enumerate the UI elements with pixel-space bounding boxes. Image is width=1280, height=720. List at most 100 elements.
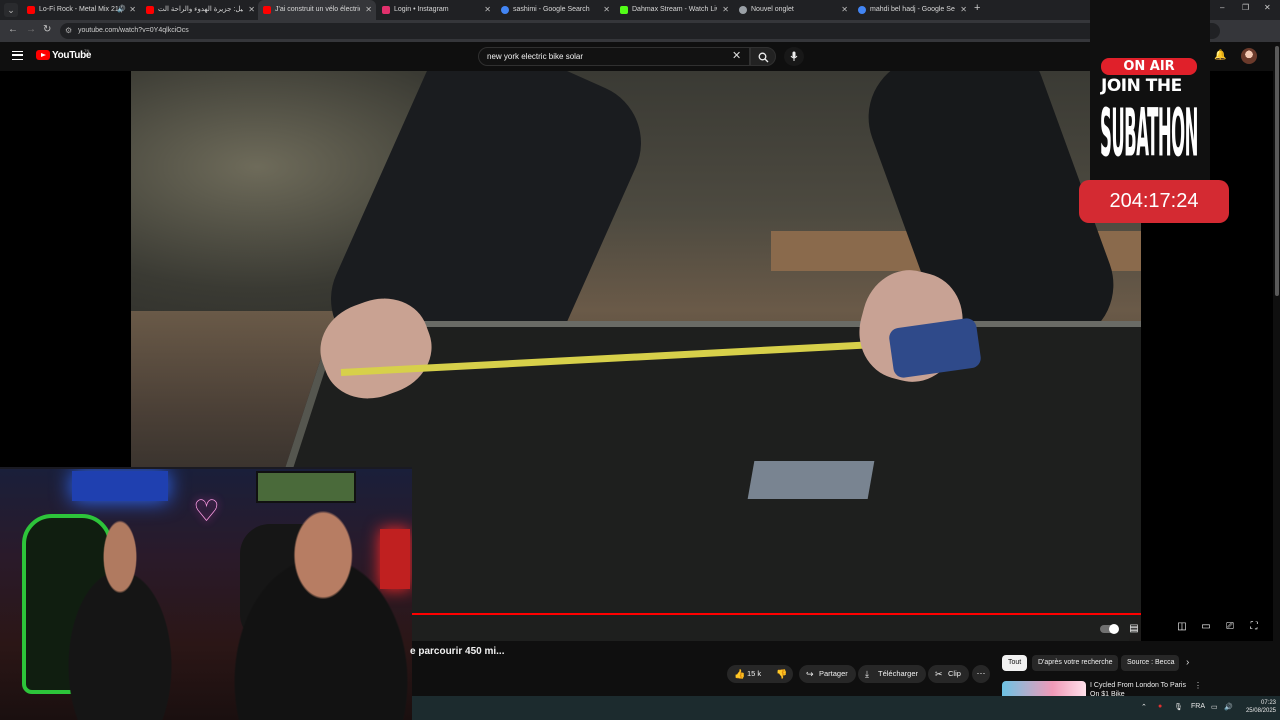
chip-from-your-search[interactable]: D'après votre recherche <box>1032 655 1119 671</box>
language-indicator[interactable]: FRA <box>1191 703 1205 710</box>
url-text: youtube.com/watch?v=0Y4qlkciOcs <box>78 27 189 34</box>
tab-title: السيشيل: جزيرة الهدوء والراحة الت <box>158 6 243 13</box>
share-label: Partager <box>819 669 848 678</box>
autoplay-toggle[interactable] <box>1100 624 1119 634</box>
thumbs-up-icon: 👍 <box>734 669 746 679</box>
chevron-right-icon[interactable]: › <box>1186 657 1189 668</box>
close-tab-icon[interactable]: ✕ <box>365 0 372 20</box>
system-clock[interactable]: 07:23 25/08/2025 <box>1238 699 1276 715</box>
reload-icon[interactable]: ↻ <box>43 24 51 35</box>
tab-seychelles[interactable]: السيشيل: جزيرة الهدوء والراحة الت ✕ <box>141 0 259 20</box>
subtitles-icon[interactable]: ▤ <box>1127 623 1141 635</box>
microphone-icon[interactable]: 🎙 <box>1174 703 1183 711</box>
download-label: Télécharger <box>878 669 919 678</box>
subathon-text: SUBATHON <box>1100 96 1198 173</box>
notifications-bell-icon[interactable]: 🔔 <box>1214 50 1226 61</box>
tab-title: sashimi - Google Search <box>513 6 590 13</box>
google-favicon-icon <box>501 6 509 14</box>
share-button[interactable]: ↪ Partager <box>799 665 856 683</box>
chip-source[interactable]: Source : Becca <box>1121 655 1179 671</box>
google-favicon-icon <box>858 6 866 14</box>
youtube-favicon-icon <box>27 6 35 14</box>
scrollbar-thumb[interactable] <box>1275 46 1279 296</box>
clear-search-icon[interactable]: ✕ <box>732 49 741 62</box>
download-button[interactable]: ⤓ Télécharger <box>858 665 927 683</box>
voice-search-button[interactable] <box>784 47 804 66</box>
youtube-favicon-icon <box>263 6 271 14</box>
video-title: e parcourir 450 mi... <box>410 646 505 657</box>
recommended-video-thumbnail[interactable] <box>1002 681 1086 696</box>
webcam-person-right <box>200 509 412 720</box>
tab-instagram[interactable]: Login • Instagram ✕ <box>377 0 495 20</box>
search-input[interactable]: new york electric bike solar <box>478 47 750 66</box>
clip-button[interactable]: ✂ Clip <box>928 665 969 683</box>
video-frame-panel-label <box>747 461 875 499</box>
tab-title: mahdi bel hadj - Google Search <box>870 6 955 13</box>
cast-icon[interactable]: ⎚ <box>1223 621 1237 633</box>
video-letterbox-left <box>0 71 131 467</box>
recording-icon[interactable]: ● <box>1158 703 1162 710</box>
country-code: TN <box>84 48 90 53</box>
chip-all[interactable]: Tout <box>1002 655 1028 671</box>
account-avatar[interactable] <box>1241 48 1257 64</box>
tab-lofi-rock[interactable]: Lo-Fi Rock - Metal Mix 21 | 🔊 ✕ <box>22 0 140 20</box>
tab-dahmax-stream[interactable]: Dahmax Stream - Watch Live o ✕ <box>615 0 733 20</box>
like-count: 15 k <box>747 669 762 678</box>
search-button[interactable] <box>750 47 776 66</box>
miniplayer-icon[interactable]: ◫ <box>1175 621 1189 633</box>
close-tab-icon[interactable]: ✕ <box>484 0 491 20</box>
join-the-text: JOIN THE <box>1101 76 1182 96</box>
close-tab-icon[interactable]: ✕ <box>960 0 967 20</box>
tab-new-tab[interactable]: Nouvel onglet ✕ <box>734 0 852 20</box>
tab-title: Login • Instagram <box>394 6 449 13</box>
site-info-icon[interactable]: ⚙ <box>65 23 72 39</box>
clock-date: 25/08/2025 <box>1245 708 1276 714</box>
tab-electric-bike-video[interactable]: J'ai construit un vélo électrique ✕ <box>258 0 376 20</box>
webcam-person-left <box>40 519 200 720</box>
instagram-favicon-icon <box>382 6 390 14</box>
subathon-timer: 204:17:24 <box>1079 180 1229 223</box>
like-button[interactable]: 👍 15 k <box>727 665 771 683</box>
browser-toolbar: ← → ↻ ⚙ youtube.com/watch?v=0Y4qlkciOcs <box>0 20 1280 42</box>
streamer-webcam: ♡ <box>0 467 412 720</box>
volume-icon[interactable]: 🔊 <box>1224 703 1233 711</box>
more-actions-button[interactable]: ··· <box>972 665 990 683</box>
close-tab-icon[interactable]: ✕ <box>129 0 136 20</box>
dislike-button[interactable]: 👎 <box>771 665 793 683</box>
close-tab-icon[interactable]: ✕ <box>248 0 255 20</box>
tab-search-button[interactable]: ⌄ <box>4 3 18 17</box>
close-tab-icon[interactable]: ✕ <box>841 0 848 20</box>
chrome-favicon-icon <box>739 6 747 14</box>
webcam-monitor <box>256 471 356 503</box>
forward-arrow-icon[interactable]: → <box>26 24 36 35</box>
close-tab-icon[interactable]: ✕ <box>603 0 610 20</box>
tab-title: J'ai construit un vélo électrique <box>275 6 360 13</box>
new-tab-button[interactable]: + <box>974 2 980 14</box>
back-arrow-icon[interactable]: ← <box>8 24 18 35</box>
tab-title: Nouvel onglet <box>751 6 794 13</box>
youtube-logo-icon[interactable] <box>36 50 50 60</box>
network-icon[interactable]: ▭ <box>1211 703 1218 711</box>
scissors-icon: ✂ <box>935 669 943 679</box>
tab-title: Lo-Fi Rock - Metal Mix 21 | <box>39 6 123 13</box>
thumbs-down-icon: 👎 <box>776 669 788 679</box>
search-icon <box>758 52 769 63</box>
clock-time: 07:23 <box>1260 700 1276 706</box>
more-vertical-icon[interactable]: ⋮ <box>1194 681 1202 690</box>
chevron-up-icon[interactable]: ⌃ <box>1141 703 1147 711</box>
maximize-button[interactable]: ❐ <box>1242 3 1249 12</box>
tab-mahdi-search[interactable]: mahdi bel hadj - Google Search ✕ <box>853 0 971 20</box>
minimize-button[interactable]: – <box>1220 3 1224 12</box>
close-tab-icon[interactable]: ✕ <box>722 0 729 20</box>
youtube-favicon-icon <box>146 6 154 14</box>
close-window-button[interactable]: ✕ <box>1264 3 1271 12</box>
system-taskbar: ⌃ ● 🎙 FRA ▭ 🔊 07:23 25/08/2025 <box>412 696 1280 720</box>
speaker-icon[interactable]: 🔊 <box>117 0 126 20</box>
tab-title: Dahmax Stream - Watch Live o <box>632 6 717 13</box>
menu-icon[interactable] <box>12 51 23 60</box>
theater-mode-icon[interactable]: ▭ <box>1199 621 1213 633</box>
microphone-icon <box>790 51 798 61</box>
fullscreen-icon[interactable]: ⛶ <box>1247 621 1261 633</box>
tab-sashimi-search[interactable]: sashimi - Google Search ✕ <box>496 0 614 20</box>
address-bar[interactable]: ⚙ youtube.com/watch?v=0Y4qlkciOcs <box>60 23 1220 39</box>
